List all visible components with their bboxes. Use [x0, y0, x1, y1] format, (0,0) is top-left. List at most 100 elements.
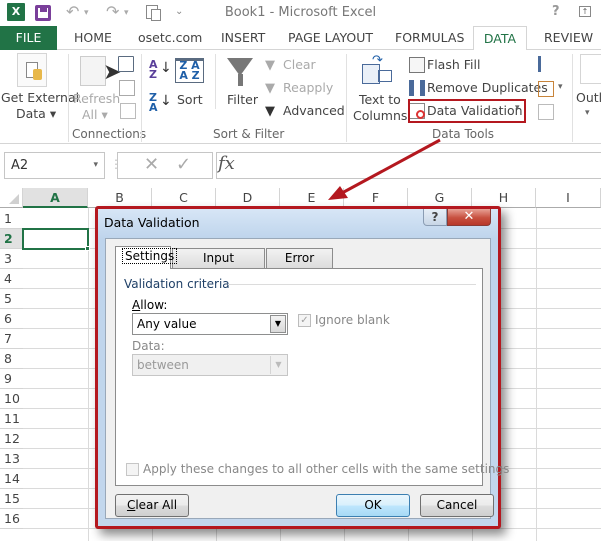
dialog-title: Data Validation	[104, 215, 200, 230]
row-header-16[interactable]: 16	[0, 509, 23, 529]
column-header-i[interactable]: I	[536, 188, 601, 208]
select-all-corner[interactable]	[0, 188, 23, 208]
fill-handle[interactable]	[85, 246, 90, 251]
window-title: Book1 - Microsoft Excel	[224, 5, 377, 20]
curved-arrow-icon: ↷	[372, 53, 383, 68]
tab-review[interactable]: REVIEW	[536, 26, 601, 50]
dialog-close-button[interactable]: ✕	[447, 209, 491, 226]
column-header-a[interactable]: A	[23, 188, 88, 208]
ok-button[interactable]: OK	[336, 494, 410, 517]
row-header-9[interactable]: 9	[0, 369, 23, 389]
edit-links-icon[interactable]	[120, 103, 136, 119]
text-to-columns-label-2[interactable]: Columns	[353, 108, 407, 123]
reapply-label[interactable]: Reapply	[283, 80, 333, 95]
clear-all-button[interactable]: Clear All	[115, 494, 189, 517]
cancel-button[interactable]: Cancel	[420, 494, 494, 517]
tab-input-message[interactable]: Input Message	[172, 248, 265, 283]
enter-icon[interactable]: ✓	[176, 154, 191, 175]
row-header-13[interactable]: 13	[0, 449, 23, 469]
row-header-4[interactable]: 4	[0, 269, 23, 289]
formula-buttons: ✕ ✓ fx	[117, 152, 235, 179]
sort-filter-group-label: Sort & Filter	[213, 127, 285, 141]
allow-label: Allow:	[132, 298, 168, 312]
tab-file[interactable]: FILE	[0, 26, 57, 50]
column-header-b[interactable]: B	[88, 188, 152, 208]
text-to-columns-label[interactable]: Text to	[359, 92, 401, 107]
row-header-7[interactable]: 7	[0, 329, 23, 349]
ignore-blank-checkbox[interactable]: ✓	[298, 314, 311, 327]
column-header-f[interactable]: F	[344, 188, 408, 208]
flash-fill-label[interactable]: Flash Fill	[427, 57, 480, 72]
remove-duplicates-icon[interactable]	[409, 80, 425, 96]
row-header-3[interactable]: 3	[0, 249, 23, 269]
column-header-h[interactable]: H	[472, 188, 536, 208]
row-header-12[interactable]: 12	[0, 429, 23, 449]
sort-arrow-icon-2: ↓	[160, 93, 172, 109]
outline-dropdown-icon[interactable]: ▾	[585, 108, 590, 118]
tab-osetc[interactable]: osetc.com	[130, 26, 210, 50]
tab-error-alert[interactable]: Error Alert	[266, 248, 333, 283]
sort-label[interactable]: Sort	[177, 92, 203, 107]
help-icon[interactable]: ?	[552, 4, 560, 19]
tab-home[interactable]: HOME	[66, 26, 120, 50]
allow-dropdown-icon[interactable]: ▼	[270, 315, 286, 333]
row-header-14[interactable]: 14	[0, 469, 23, 489]
row-header-6[interactable]: 6	[0, 309, 23, 329]
refresh-label[interactable]: Refresh	[73, 91, 120, 106]
data-dropdown-icon[interactable]: ▼	[270, 356, 286, 374]
clear-label[interactable]: Clear	[283, 57, 316, 72]
connections-icon[interactable]	[118, 56, 134, 72]
row-header-15[interactable]: 15	[0, 489, 23, 509]
ribbon-display-options-icon[interactable]: ↑	[579, 6, 591, 17]
allow-value: Any value	[137, 317, 197, 331]
row-header-8[interactable]: 8	[0, 349, 23, 369]
refresh-all-label[interactable]: All ▾	[82, 107, 108, 122]
tab-page-layout[interactable]: PAGE LAYOUT	[280, 26, 381, 50]
column-header-d[interactable]: D	[216, 188, 280, 208]
column-header-c[interactable]: C	[152, 188, 216, 208]
dialog-help-button[interactable]: ?	[423, 209, 447, 226]
remove-duplicates-label[interactable]: Remove Duplicates	[427, 80, 548, 95]
selected-cell-a2[interactable]	[22, 228, 89, 250]
advanced-filter-icon[interactable]: ▼	[265, 104, 275, 119]
name-box[interactable]: A2 ▾	[4, 152, 105, 179]
tab-formulas[interactable]: FORMULAS	[387, 26, 472, 50]
reapply-filter-icon[interactable]: ▼	[265, 81, 275, 96]
outline-label[interactable]: Outli	[576, 90, 601, 105]
clear-filter-icon[interactable]: ▼	[265, 58, 275, 73]
row-header-5[interactable]: 5	[0, 289, 23, 309]
advanced-label[interactable]: Advanced	[283, 103, 345, 118]
cancel-icon[interactable]: ✕	[144, 154, 159, 175]
consolidate-icon[interactable]	[538, 56, 554, 72]
row-header-1[interactable]: 1	[0, 209, 23, 229]
what-if-dropdown-icon[interactable]: ▾	[558, 82, 563, 92]
row-header-11[interactable]: 11	[0, 409, 23, 429]
column-header-g[interactable]: G	[408, 188, 472, 208]
allow-select[interactable]: Any value ▼	[132, 313, 288, 335]
what-if-analysis-icon[interactable]	[538, 81, 554, 97]
row-header-10[interactable]: 10	[0, 389, 23, 409]
tab-data[interactable]: DATA	[473, 26, 527, 51]
row-header-2[interactable]: 2	[0, 229, 23, 249]
tab-insert[interactable]: INSERT	[213, 26, 273, 50]
get-external-data-label-2[interactable]: Data ▾	[16, 106, 56, 121]
column-header-e[interactable]: E	[280, 188, 344, 208]
grid-column-line	[88, 208, 89, 541]
apply-to-all-checkbox[interactable]	[126, 463, 139, 476]
filter-label[interactable]: Filter	[227, 92, 258, 107]
ignore-blank-label: Ignore blank	[315, 313, 390, 327]
tab-settings[interactable]: Settings	[115, 246, 178, 269]
outline-icon[interactable]	[580, 54, 601, 84]
title-bar: X ↶ ▾ ↷ ▾ ⌄ Book1 - Microsoft Excel ? ↑	[0, 0, 601, 26]
flash-fill-icon[interactable]	[409, 57, 425, 73]
formula-input[interactable]	[216, 152, 601, 179]
data-value: between	[137, 358, 189, 372]
name-box-dropdown-icon[interactable]: ▾	[93, 153, 98, 178]
data-select[interactable]: between ▼	[132, 354, 288, 376]
apply-to-all-label: Apply these changes to all other cells w…	[143, 462, 510, 476]
properties-icon[interactable]	[119, 80, 135, 96]
sort-icon[interactable]: Z AA Z	[175, 58, 204, 83]
get-external-data-button[interactable]	[17, 53, 47, 87]
relationships-icon[interactable]	[538, 104, 554, 120]
settings-panel: Validation criteria Allow: Any value ▼ ✓…	[115, 268, 509, 486]
